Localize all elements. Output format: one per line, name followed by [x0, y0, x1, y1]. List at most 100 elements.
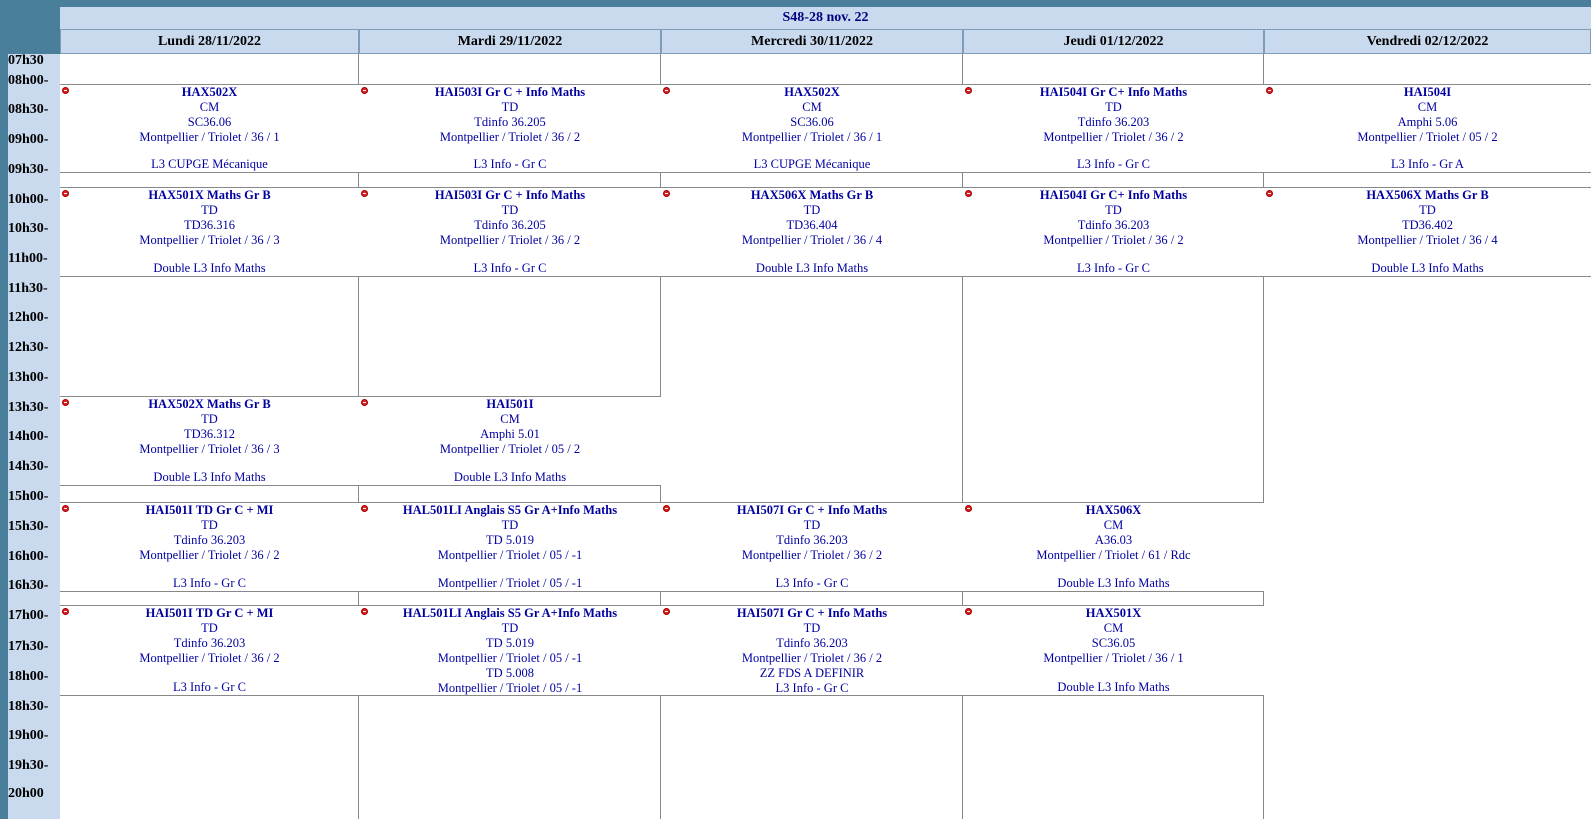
course-room: Tdinfo 36.205: [474, 115, 546, 129]
course-room: Tdinfo 36.203: [776, 636, 848, 650]
course-title: HAL501LI Anglais S5 Gr A+Info Maths: [402, 606, 618, 620]
course-room: SC36.06: [187, 115, 232, 129]
course-room: Amphi 5.06: [1397, 115, 1458, 129]
course-title: HAX506X Maths Gr B: [1366, 188, 1489, 202]
course-block[interactable]: HAI504I CM Amphi 5.06 Montpellier / Trio…: [1264, 84, 1591, 173]
course-block[interactable]: HAX502X CM SC36.06 Montpellier / Triolet…: [60, 84, 359, 173]
course-block[interactable]: HAL501LI Anglais S5 Gr A+Info Maths TD T…: [359, 605, 661, 696]
course-extra: ZZ FDS A DEFINIR: [759, 666, 865, 680]
course-block[interactable]: HAX506X Maths Gr B TD TD36.402 Montpelli…: [1264, 187, 1591, 277]
course-group: L3 Info - Gr C: [775, 681, 849, 695]
day-header-monday[interactable]: Lundi 28/11/2022: [60, 30, 359, 54]
course-block[interactable]: HAI503I Gr C + Info Maths TD Tdinfo 36.2…: [359, 187, 661, 277]
course-type: CM: [802, 100, 822, 114]
course-location: Montpellier / Triolet / 05 / 2: [1357, 130, 1498, 144]
alert-dot-icon: [965, 190, 972, 197]
course-title: HAI507I Gr C + Info Maths: [736, 606, 888, 620]
time-label: 08h00-: [8, 73, 49, 88]
course-group: L3 CUPGE Mécanique: [151, 157, 268, 171]
course-group: Double L3 Info Maths: [153, 261, 266, 275]
course-room-2: TD 5.008: [486, 666, 534, 680]
time-label: 19h00-: [8, 728, 49, 743]
course-type: TD: [803, 621, 821, 635]
course-block[interactable]: HAI504I Gr C+ Info Maths TD Tdinfo 36.20…: [963, 187, 1264, 277]
alert-dot-icon: [663, 190, 670, 197]
alert-dot-icon: [965, 505, 972, 512]
course-type: TD: [501, 621, 519, 635]
course-block[interactable]: HAI501I TD Gr C + MI TD Tdinfo 36.203 Mo…: [60, 502, 359, 592]
course-room: TD36.316: [183, 218, 236, 232]
course-block[interactable]: HAX506X CM A36.03 Montpellier / Triolet …: [963, 502, 1264, 592]
course-location: Montpellier / Triolet / 05 / 2: [439, 442, 581, 456]
course-type: TD: [201, 203, 218, 217]
alert-dot-icon: [361, 505, 368, 512]
day-header-wednesday[interactable]: Mercredi 30/11/2022: [661, 30, 963, 54]
course-block[interactable]: HAX502X Maths Gr B TD TD36.312 Montpelli…: [60, 396, 359, 486]
course-location: Montpellier / Triolet / 36 / 2: [439, 130, 581, 144]
course-title: HAX502X: [784, 85, 840, 99]
course-room: Tdinfo 36.205: [474, 218, 546, 232]
course-room: TD 5.019: [486, 636, 534, 650]
day-header-tuesday[interactable]: Mardi 29/11/2022: [359, 30, 661, 54]
course-block[interactable]: HAX501X Maths Gr B TD TD36.316 Montpelli…: [60, 187, 359, 277]
alert-dot-icon: [663, 608, 670, 615]
course-type: TD: [201, 518, 218, 532]
time-label: 17h30-: [8, 639, 49, 654]
course-title: HAI501I TD Gr C + MI: [145, 503, 274, 517]
time-label: 19h30-: [8, 758, 49, 773]
course-title: HAI507I Gr C + Info Maths: [736, 503, 888, 517]
course-group: Double L3 Info Maths: [1057, 680, 1170, 694]
course-block[interactable]: HAX501X CM SC36.05 Montpellier / Triolet…: [963, 605, 1264, 696]
week-header: S48-28 nov. 22: [60, 7, 1591, 30]
time-label: 16h00-: [8, 549, 49, 564]
course-location: Montpellier / Triolet / 36 / 2: [741, 548, 883, 562]
course-room: A36.03: [1094, 533, 1133, 547]
course-title: HAL501LI Anglais S5 Gr A+Info Maths: [402, 503, 618, 517]
course-location: Montpellier / Triolet / 36 / 2: [741, 651, 883, 665]
course-location: Montpellier / Triolet / 36 / 2: [1043, 233, 1184, 247]
course-group: Double L3 Info Maths: [153, 470, 266, 484]
course-block[interactable]: HAI507I Gr C + Info Maths TD Tdinfo 36.2…: [661, 502, 963, 592]
time-label: 20h00: [8, 786, 44, 801]
course-block[interactable]: HAL501LI Anglais S5 Gr A+Info Maths TD T…: [359, 502, 661, 592]
timetable: S48-28 nov. 22 Lundi 28/11/2022 Mardi 29…: [0, 0, 1591, 819]
course-location: Montpellier / Triolet / 36 / 2: [439, 233, 581, 247]
course-group: L3 Info - Gr C: [173, 576, 246, 590]
course-room: TD 5.019: [486, 533, 534, 547]
course-room: Tdinfo 36.203: [173, 636, 246, 650]
course-block[interactable]: HAX502X CM SC36.06 Montpellier / Triolet…: [661, 84, 963, 173]
course-block[interactable]: HAI507I Gr C + Info Maths TD Tdinfo 36.2…: [661, 605, 963, 696]
time-label: 08h30-: [8, 102, 49, 117]
course-title: HAI503I Gr C + Info Maths: [434, 188, 586, 202]
course-location: Montpellier / Triolet / 36 / 2: [139, 651, 280, 665]
schedule-grid: HAX502X CM SC36.06 Montpellier / Triolet…: [60, 54, 1591, 819]
course-location: Montpellier / Triolet / 36 / 2: [139, 548, 280, 562]
course-title: HAI501I: [486, 397, 534, 411]
course-location: Montpellier / Triolet / 36 / 2: [1043, 130, 1184, 144]
course-block[interactable]: HAI503I Gr C + Info Maths TD Tdinfo 36.2…: [359, 84, 661, 173]
course-location: Montpellier / Triolet / 05 / -1: [437, 548, 583, 562]
course-room: TD36.312: [183, 427, 236, 441]
alert-dot-icon: [663, 87, 670, 94]
course-room: Tdinfo 36.203: [173, 533, 246, 547]
course-location: Montpellier / Triolet / 36 / 1: [1043, 651, 1184, 665]
course-group: L3 Info - Gr A: [1391, 157, 1464, 171]
course-block[interactable]: HAX506X Maths Gr B TD TD36.404 Montpelli…: [661, 187, 963, 277]
course-type: TD: [201, 621, 218, 635]
time-label: 11h30-: [8, 281, 48, 296]
course-group: L3 Info - Gr C: [1077, 261, 1150, 275]
course-location: Montpellier / Triolet / 36 / 4: [1357, 233, 1498, 247]
course-group: L3 Info - Gr C: [775, 576, 849, 590]
course-location: Montpellier / Triolet / 36 / 3: [139, 442, 280, 456]
course-block[interactable]: HAI501I CM Amphi 5.01 Montpellier / Trio…: [359, 396, 661, 486]
course-type: TD: [1419, 203, 1436, 217]
course-block[interactable]: HAI504I Gr C+ Info Maths TD Tdinfo 36.20…: [963, 84, 1264, 173]
day-header-thursday[interactable]: Jeudi 01/12/2022: [963, 30, 1264, 54]
day-header-friday[interactable]: Vendredi 02/12/2022: [1264, 30, 1591, 54]
course-block[interactable]: HAI501I TD Gr C + MI TD Tdinfo 36.203 Mo…: [60, 605, 359, 696]
course-location-2: Montpellier / Triolet / 05 / -1: [437, 681, 583, 695]
time-label: 17h00-: [8, 608, 49, 623]
course-location: Montpellier / Triolet / 36 / 4: [741, 233, 883, 247]
course-type: TD: [501, 203, 519, 217]
course-room: Amphi 5.01: [480, 427, 540, 441]
